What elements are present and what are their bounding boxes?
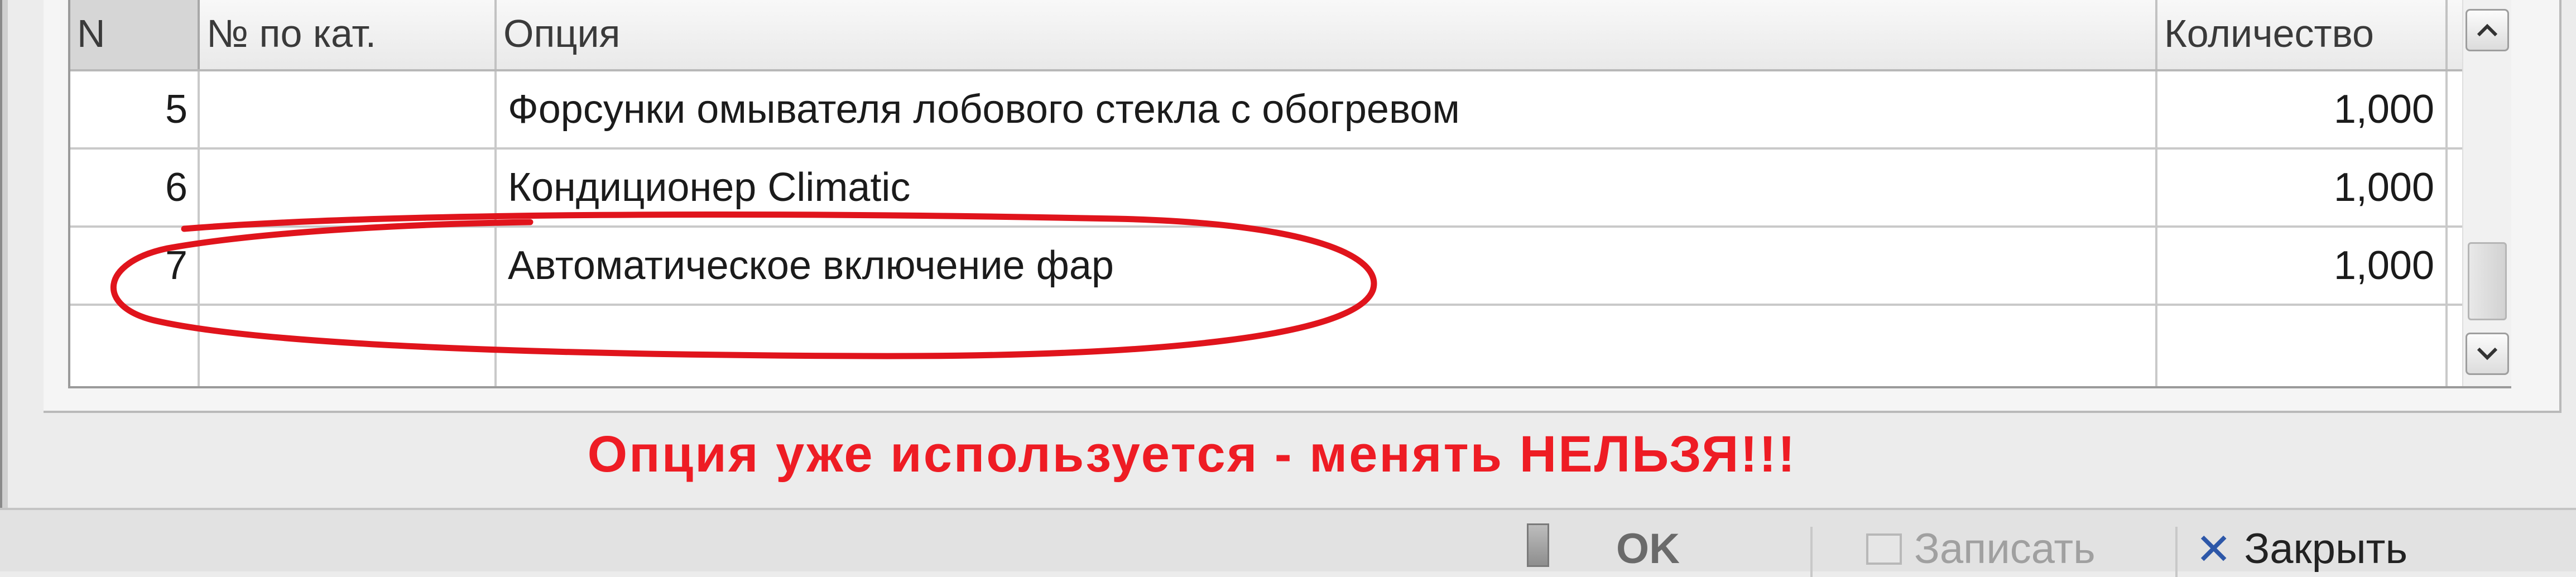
cell-quantity-empty [2157, 306, 2448, 386]
scrollbar-thumb[interactable] [2468, 242, 2507, 320]
chevron-down-icon [2477, 347, 2498, 360]
save-button-label: Записать [1914, 525, 2096, 573]
cell-n: 7 [70, 228, 200, 304]
window-left-edge [0, 0, 11, 571]
column-header-option[interactable]: Опция [497, 0, 2157, 69]
vertical-scrollbar[interactable] [2462, 0, 2511, 386]
table-row[interactable]: 5 Форсунки омывателя лобового стекла с о… [70, 71, 2511, 150]
cell-catalog-empty [200, 306, 497, 386]
cell-catalog-no [200, 228, 497, 304]
table-row[interactable]: 6 Кондиционер Climatic 1,000 [70, 150, 2511, 228]
close-x-icon: ✕ [2195, 525, 2232, 574]
options-grid[interactable]: N № по кат. Опция Количество 5 Форсунки … [68, 0, 2511, 388]
table-row[interactable]: 7 Автоматическое включение фар 1,000 [70, 228, 2511, 306]
cell-n-empty [70, 306, 200, 386]
cell-option: Кондиционер Climatic [497, 150, 2157, 225]
scroll-down-button[interactable] [2466, 333, 2509, 375]
chevron-up-icon [2477, 23, 2498, 37]
cell-catalog-no [200, 150, 497, 225]
bottom-toolbar: OK Записать ✕ Закрыть [0, 508, 2576, 577]
column-header-quantity[interactable]: Количество [2157, 0, 2448, 69]
toolbar-separator [2175, 527, 2178, 577]
cell-option: Форсунки омывателя лобового стекла с обо… [497, 71, 2157, 147]
cell-n: 6 [70, 150, 200, 225]
scroll-up-button[interactable] [2466, 9, 2509, 51]
empty-row[interactable] [70, 306, 2511, 386]
cell-n: 5 [70, 71, 200, 147]
warning-text: Опция уже используется - менять НЕЛЬЗЯ!!… [587, 426, 1797, 483]
ok-button-label: OK [1616, 525, 1680, 573]
column-header-n[interactable]: N [70, 0, 200, 69]
ok-button[interactable]: OK [1527, 521, 1680, 577]
warning-message: Опция уже используется - менять НЕЛЬЗЯ!!… [0, 425, 2576, 484]
cell-option: Автоматическое включение фар [497, 228, 2157, 304]
save-icon [1866, 533, 1902, 565]
ok-indicator-icon [1527, 523, 1549, 567]
cell-option-empty [497, 306, 2157, 386]
close-button-label: Закрыть [2244, 525, 2408, 573]
close-button[interactable]: ✕ Закрыть [2195, 521, 2407, 577]
options-grid-frame: N № по кат. Опция Количество 5 Форсунки … [44, 0, 2561, 413]
column-header-catalog-no[interactable]: № по кат. [200, 0, 497, 69]
cell-quantity: 1,000 [2157, 150, 2448, 225]
cell-catalog-no [200, 71, 497, 147]
cell-quantity: 1,000 [2157, 71, 2448, 147]
grid-header: N № по кат. Опция Количество [70, 0, 2511, 71]
cell-quantity: 1,000 [2157, 228, 2448, 304]
save-button[interactable]: Записать [1866, 521, 2096, 577]
toolbar-separator [1810, 527, 1813, 577]
